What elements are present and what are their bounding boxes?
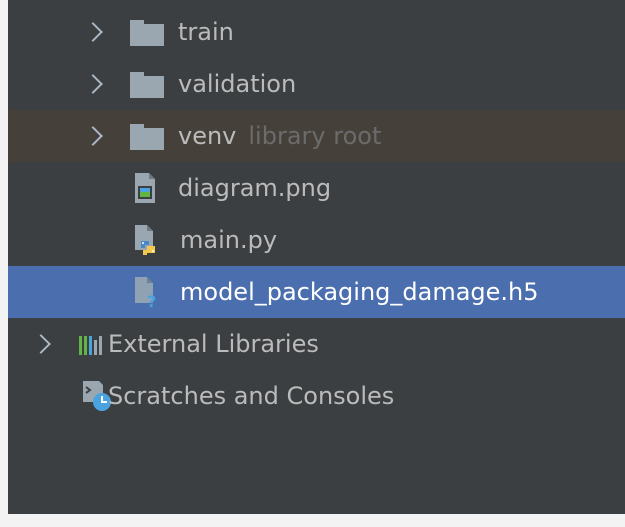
- libraries-icon: [79, 336, 102, 355]
- folder-icon: [130, 20, 164, 46]
- tree-item-label: model_packaging_damage.h5: [180, 278, 539, 306]
- tree-item-label: External Libraries: [108, 330, 319, 358]
- image-file-icon: [135, 173, 155, 203]
- tree-item-label: diagram.png: [178, 174, 332, 202]
- chevron-right-icon[interactable]: [83, 22, 103, 42]
- chevron-right-icon[interactable]: [31, 334, 51, 354]
- folder-icon: [130, 72, 164, 98]
- chevron-right-icon[interactable]: [83, 126, 103, 146]
- tree-item-scratches-and-consoles[interactable]: Scratches and Consoles: [8, 370, 625, 422]
- tree-item-label: Scratches and Consoles: [108, 382, 395, 410]
- tree-item-diagram-png[interactable]: diagram.png: [8, 162, 625, 214]
- tree-item-main-py[interactable]: main.py: [8, 214, 625, 266]
- library-root-hint: library root: [248, 122, 382, 150]
- tree-item-label: main.py: [180, 226, 278, 254]
- svg-text:?: ?: [147, 292, 156, 308]
- tree-item-label: train: [178, 18, 234, 46]
- tree-item-train[interactable]: train: [8, 6, 625, 58]
- tree-item-label: venv: [178, 122, 237, 150]
- project-tree-panel: train validation venv library root diagra…: [8, 0, 625, 514]
- tree-item-venv[interactable]: venv library root: [8, 110, 625, 162]
- tree-item-external-libraries[interactable]: External Libraries: [8, 318, 625, 370]
- tree-item-model-packaging-damage-h5[interactable]: ? model_packaging_damage.h5: [8, 266, 625, 318]
- tree-item-label: validation: [178, 70, 297, 98]
- chevron-right-icon[interactable]: [83, 74, 103, 94]
- folder-icon: [130, 124, 164, 150]
- python-file-icon: [135, 225, 155, 255]
- tree-item-label-group: venv library root: [178, 110, 381, 162]
- tree-item-validation[interactable]: validation: [8, 58, 625, 110]
- unknown-file-icon: ?: [135, 277, 156, 308]
